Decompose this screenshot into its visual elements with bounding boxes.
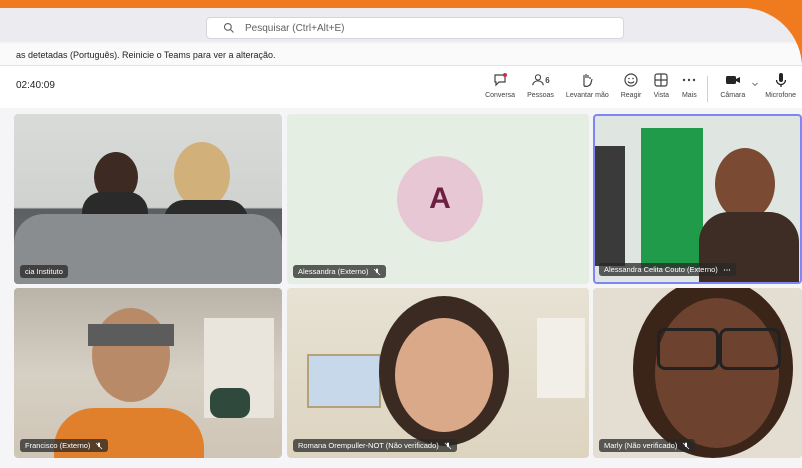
participant-tile[interactable]: Francisco (Externo)	[14, 288, 282, 458]
participant-tile[interactable]: A Alessandra (Externo)	[287, 114, 589, 284]
microphone-icon	[775, 73, 786, 87]
participant-name: Alessandra (Externo)	[298, 267, 369, 276]
microphone-label: Microfone	[765, 92, 796, 99]
glasses	[657, 328, 719, 370]
participant-video	[307, 354, 381, 408]
people-label: Pessoas	[527, 92, 554, 99]
chat-label: Conversa	[485, 92, 516, 99]
participant-name-label: Alessandra Celita Couto (Externo)	[599, 263, 736, 276]
camera-icon	[725, 76, 740, 84]
participant-tile-active-speaker[interactable]: Alessandra Celita Couto (Externo)	[593, 114, 802, 284]
hand-icon	[583, 74, 593, 87]
title-bar: Pesquisar (Ctrl+Alt+E)	[0, 8, 802, 42]
more-button[interactable]: Mais	[681, 72, 697, 99]
participant-video	[88, 324, 174, 346]
participant-video	[395, 318, 493, 432]
microphone-off-icon	[374, 268, 381, 275]
toolbar-divider	[707, 76, 709, 102]
participant-video	[537, 318, 585, 398]
participant-name-label: Alessandra (Externo)	[293, 265, 387, 278]
chevron-down-icon	[752, 82, 759, 87]
view-label: Vista	[653, 92, 670, 99]
search-placeholder: Pesquisar (Ctrl+Alt+E)	[245, 22, 345, 34]
more-icon	[683, 78, 696, 82]
avatar-initial: A	[429, 182, 451, 215]
glasses	[719, 328, 781, 370]
microphone-button[interactable]: Microfone	[765, 72, 796, 99]
video-grid: cia Instituto A Alessandra (Externo) Ale…	[0, 108, 802, 458]
participant-video	[210, 388, 250, 418]
more-icon	[723, 268, 730, 271]
chat-button[interactable]: Conversa	[485, 72, 515, 99]
participant-name: cia Instituto	[25, 267, 63, 276]
meeting-toolbar: 02:40:09 Conversa 6 Pessoas Levantar mão…	[0, 66, 802, 109]
avatar: A	[397, 156, 483, 242]
meeting-timer: 02:40:09	[16, 80, 55, 91]
teams-window: Pesquisar (Ctrl+Alt+E) as detetadas (Por…	[0, 8, 802, 468]
participant-video	[92, 308, 170, 402]
smiley-icon	[624, 73, 638, 87]
people-button[interactable]: 6 Pessoas	[527, 72, 554, 99]
participant-video	[595, 146, 625, 266]
chat-icon	[494, 73, 508, 87]
banner-text: as detetadas (Português). Reinicie o Tea…	[16, 49, 276, 60]
raise-hand-label: Levantar mão	[565, 92, 609, 99]
raise-hand-button[interactable]: Levantar mão	[566, 72, 609, 99]
react-button[interactable]: Reagir	[620, 72, 642, 99]
participant-tile[interactable]: Marly (Não verificado)	[593, 288, 802, 458]
camera-options-button[interactable]	[751, 72, 759, 92]
participant-name-label: cia Instituto	[20, 265, 68, 278]
participant-video	[174, 142, 230, 208]
participant-video	[715, 148, 775, 220]
participant-tile[interactable]: cia Instituto	[14, 114, 282, 284]
react-label: Reagir	[620, 92, 642, 99]
participant-tile[interactable]: Romana Orempuller-NOT (Não verificado)	[287, 288, 589, 458]
people-count: 6	[545, 75, 550, 85]
search-box[interactable]: Pesquisar (Ctrl+Alt+E)	[206, 17, 624, 39]
participant-video	[655, 298, 779, 448]
search-icon	[223, 22, 234, 33]
people-icon	[532, 74, 545, 86]
camera-label: Câmara	[720, 92, 746, 99]
grid-view-icon	[654, 73, 668, 87]
camera-button[interactable]: Câmara	[720, 72, 745, 99]
participant-name: Alessandra Celita Couto (Externo)	[604, 265, 718, 274]
view-button[interactable]: Vista	[653, 72, 669, 99]
language-banner: as detetadas (Português). Reinicie o Tea…	[0, 44, 802, 66]
participant-video	[641, 128, 703, 268]
more-label: Mais	[681, 92, 697, 99]
